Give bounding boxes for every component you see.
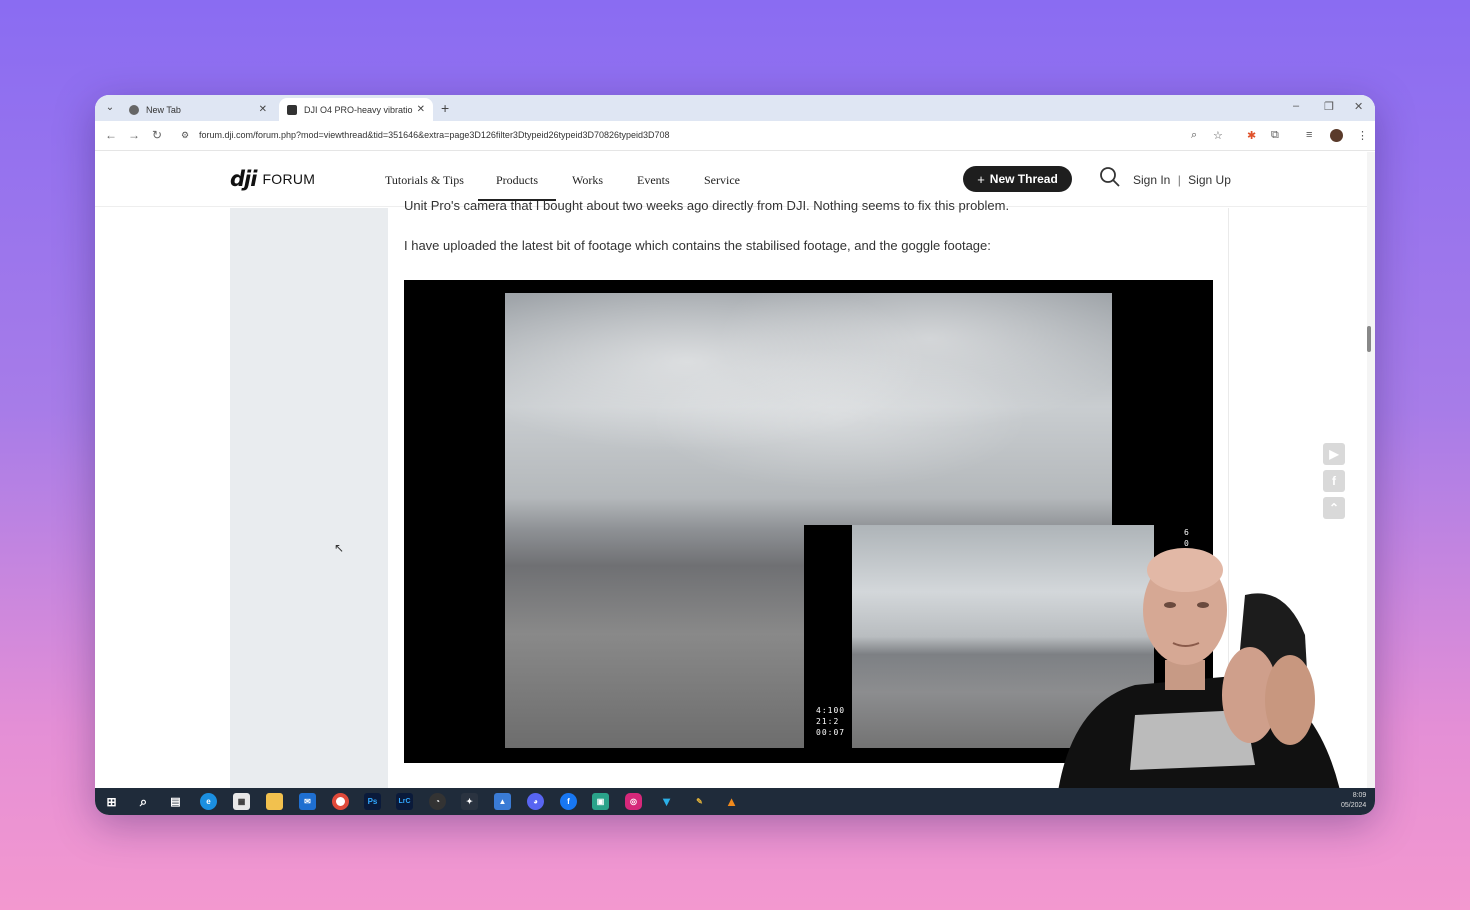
tab-strip: ⌄ New Tab ✕ DJI O4 PRO-heavy vibrations … <box>95 95 1375 121</box>
auth-links: Sign In | Sign Up <box>1133 173 1231 187</box>
nav-tutorials[interactable]: Tutorials & Tips <box>385 173 464 188</box>
discord-icon[interactable]: ◕ <box>527 793 544 810</box>
photoshop-icon[interactable]: Ps <box>364 793 381 810</box>
edge-icon[interactable]: e <box>200 793 217 810</box>
mouse-cursor-icon: ↖ <box>334 541 345 555</box>
auth-separator: | <box>1177 173 1181 187</box>
extension-icon[interactable]: ✱ <box>1247 129 1256 142</box>
tab-new-tab[interactable]: New Tab ✕ <box>121 98 275 121</box>
browser-window: ⌄ New Tab ✕ DJI O4 PRO-heavy vibrations … <box>95 95 1375 815</box>
folder-icon[interactable] <box>266 793 283 810</box>
youtube-icon[interactable]: ▶ <box>1323 443 1345 465</box>
store-icon[interactable]: ▦ <box>233 793 250 810</box>
site-info-icon[interactable]: ⚙ <box>181 130 189 141</box>
plus-icon: + <box>977 171 985 187</box>
new-thread-button[interactable]: + New Thread <box>963 166 1072 192</box>
app-icon[interactable]: ▣ <box>592 793 609 810</box>
vlc-icon[interactable]: ▲ <box>723 793 740 810</box>
page-scrollbar[interactable] <box>1367 152 1375 788</box>
sky-clouds <box>505 293 1112 521</box>
close-icon[interactable]: ✕ <box>417 104 425 115</box>
address-toolbar: ← → ↻ ⚙ forum.dji.com/forum.php?mod=view… <box>95 121 1375 151</box>
back-icon[interactable]: ← <box>105 128 117 142</box>
back-to-top-icon[interactable]: ⌃ <box>1323 497 1345 519</box>
lrc-icon[interactable]: LrC <box>396 793 413 810</box>
forum-logo-text: FORUM <box>262 171 316 187</box>
tab-search-icon[interactable]: ⌄ <box>103 101 117 115</box>
photos-icon[interactable]: ▲ <box>494 793 511 810</box>
bookmark-star-icon[interactable]: ☆ <box>1213 129 1223 142</box>
sign-in-link[interactable]: Sign In <box>1133 173 1170 187</box>
nav-service[interactable]: Service <box>704 173 740 188</box>
new-thread-label: New Thread <box>989 172 1058 186</box>
osd-line: 4:100 <box>816 706 846 715</box>
extensions-puzzle-icon[interactable]: ⧉ <box>1271 129 1279 142</box>
facebook-icon[interactable]: f <box>560 793 577 810</box>
minimize-icon[interactable]: – <box>1293 100 1299 112</box>
instagram-icon[interactable]: ◎ <box>625 793 642 810</box>
vpn-icon[interactable]: ▼ <box>658 793 675 810</box>
osd-readout: 4:100 21:2 00:07 <box>816 705 845 738</box>
facebook-icon[interactable]: f <box>1323 470 1345 492</box>
scrollbar-thumb[interactable] <box>1367 326 1371 352</box>
menu-kebab-icon[interactable]: ⋮ <box>1357 129 1368 142</box>
search-icon[interactable]: ⌕ <box>135 793 152 810</box>
sign-up-link[interactable]: Sign Up <box>1188 173 1231 187</box>
osd-line: 21:2 <box>816 717 840 726</box>
nav-works[interactable]: Works <box>572 173 603 188</box>
chrome-favicon-icon <box>129 104 139 115</box>
tab-dji-forum[interactable]: DJI O4 PRO-heavy vibrations | ✕ <box>279 98 433 121</box>
dji-forum-logo[interactable]: dji FORUM <box>230 167 315 191</box>
windows-icon[interactable]: ⊞ <box>103 793 120 810</box>
app2-icon[interactable]: ✎ <box>691 793 708 810</box>
reload-icon[interactable]: ↻ <box>152 128 162 142</box>
close-icon[interactable]: ✕ <box>259 104 267 115</box>
nav-events[interactable]: Events <box>637 173 670 188</box>
close-window-icon[interactable]: ✕ <box>1354 100 1363 113</box>
new-tab-icon[interactable]: + <box>441 100 449 116</box>
davinci-icon[interactable]: ✦ <box>461 793 478 810</box>
tab-title: New Tab <box>146 104 181 115</box>
nav-products[interactable]: Products <box>478 173 556 201</box>
dji-favicon-icon <box>287 104 297 115</box>
clock-date: 05/2024 <box>1341 802 1367 809</box>
profile-avatar[interactable] <box>1330 129 1343 142</box>
restore-icon[interactable]: ❐ <box>1324 100 1334 113</box>
task-view-icon[interactable]: ▤ <box>167 793 184 810</box>
media-control-icon[interactable]: ≡ <box>1306 129 1312 141</box>
system-clock[interactable]: 8:09 05/2024 <box>1341 791 1366 811</box>
tab-title: DJI O4 PRO-heavy vibrations | <box>304 104 413 115</box>
dji-logo-text: dji <box>230 167 257 191</box>
post-text-line: I have uploaded the latest bit of footag… <box>404 238 991 253</box>
post-text-line: Unit Pro's camera that I bought about tw… <box>404 198 1010 213</box>
search-icon[interactable] <box>1099 166 1121 188</box>
zoom-icon[interactable]: ⌕ <box>1191 129 1197 142</box>
chrome-icon[interactable] <box>332 793 349 810</box>
windows-taskbar: ⊞ ⌕ ▤ e ▦ ✉ Ps LrC ◔ ✦ ▲ ◕ f ▣ ◎ ▼ ✎ ▲ 8… <box>95 788 1375 815</box>
forward-icon[interactable]: → <box>128 128 140 142</box>
presenter-webcam-overlay <box>1055 548 1345 815</box>
author-sidebar <box>230 208 388 788</box>
clock-time: 8:09 <box>1352 792 1367 799</box>
clock-app-icon[interactable]: ◔ <box>429 793 446 810</box>
mail-icon[interactable]: ✉ <box>299 793 316 810</box>
osd-line: 00:07 <box>816 728 846 737</box>
address-bar[interactable]: forum.dji.com/forum.php?mod=viewthread&t… <box>199 130 670 140</box>
